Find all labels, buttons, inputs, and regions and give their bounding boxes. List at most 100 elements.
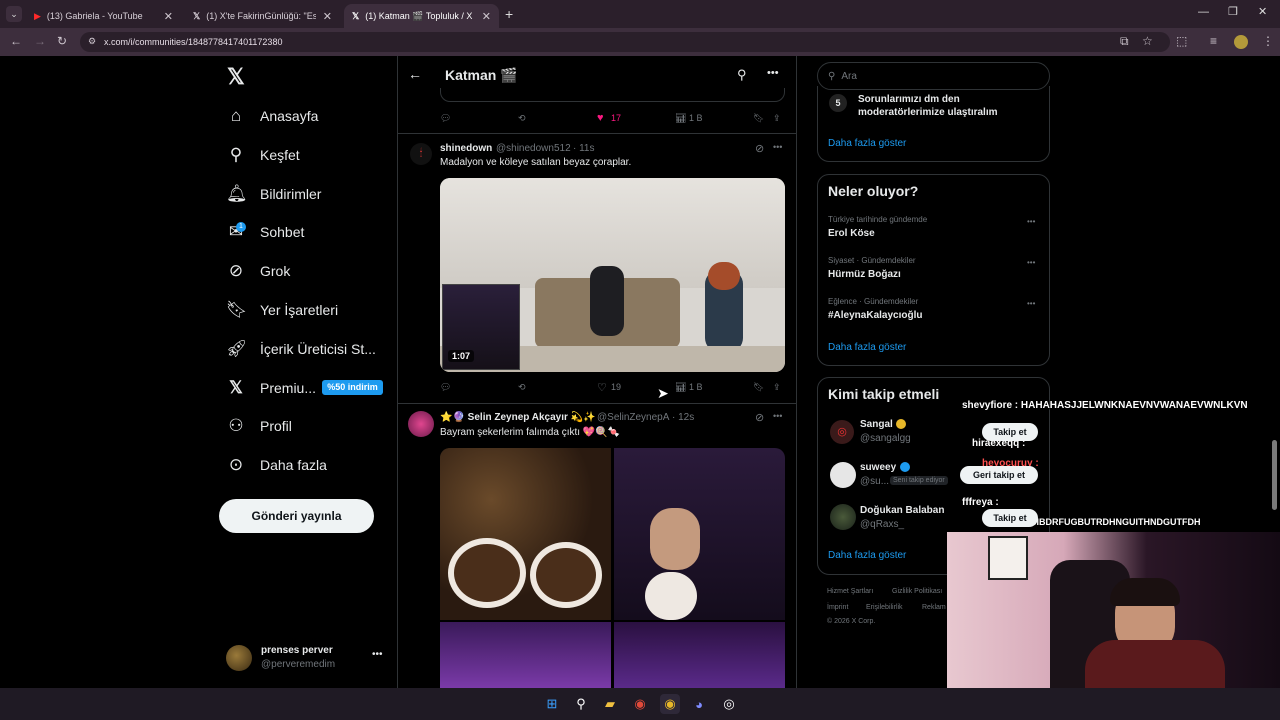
views-icon[interactable]: 📊︎ bbox=[675, 382, 686, 393]
grok-analyze-icon[interactable]: ⊘ bbox=[755, 411, 764, 424]
nav-more[interactable]: ⊙ Daha fazla bbox=[226, 453, 327, 477]
post-more-icon[interactable]: ••• bbox=[773, 411, 782, 421]
like-icon[interactable]: ♡ bbox=[597, 381, 607, 394]
scrollbar-thumb[interactable] bbox=[1272, 440, 1277, 510]
follow-button[interactable]: Takip et bbox=[982, 423, 1038, 441]
windows-start-icon[interactable]: ⊞ bbox=[542, 694, 562, 714]
share-icon[interactable]: ⇪ bbox=[773, 113, 781, 124]
browser-tab-youtube[interactable]: ▶ (13) Gabriela - YouTube ✕ bbox=[26, 4, 181, 28]
trends-show-more[interactable]: Daha fazla göster bbox=[828, 342, 906, 353]
post-more-icon[interactable]: ••• bbox=[773, 142, 782, 152]
back-arrow-icon[interactable]: ← bbox=[408, 66, 422, 82]
tab-list-chevron-icon[interactable]: ⌄ bbox=[6, 6, 22, 22]
grok-analyze-icon[interactable]: ⊘ bbox=[755, 142, 764, 155]
follow-avatar[interactable] bbox=[830, 504, 856, 530]
account-switcher[interactable]: prenses perver @perveremedim ••• bbox=[226, 643, 386, 675]
maximize-icon[interactable]: ❐ bbox=[1228, 5, 1238, 18]
minimize-icon[interactable]: — bbox=[1198, 6, 1209, 18]
purple-room-image[interactable] bbox=[440, 622, 611, 688]
post-author-name[interactable]: ⭐🔮 Selin Zeynep Akçayır 💫✨ bbox=[440, 412, 596, 423]
follow-show-more[interactable]: Daha fazla göster bbox=[828, 550, 906, 561]
post-time[interactable]: · 11s bbox=[573, 143, 595, 154]
nav-grok[interactable]: ⊘ Grok bbox=[226, 259, 290, 283]
close-tab-icon[interactable]: ✕ bbox=[323, 10, 332, 23]
post-time[interactable]: · 12s bbox=[672, 412, 694, 423]
file-explorer-icon[interactable]: ▰ bbox=[600, 694, 620, 714]
follow-button[interactable]: Takip et bbox=[982, 509, 1038, 527]
nav-profile[interactable]: ⚇ Profil bbox=[226, 414, 292, 438]
follow-name[interactable]: suweey bbox=[860, 462, 896, 473]
browser-tab-katman[interactable]: 𝕏 (1) Katman 🎬 Topluluk / X ✕ bbox=[344, 4, 499, 28]
trend-name[interactable]: Erol Köse bbox=[828, 228, 875, 239]
forward-icon[interactable]: → bbox=[34, 34, 46, 48]
bookmark-star-icon[interactable]: ☆ bbox=[1142, 34, 1153, 48]
post-author-handle[interactable]: @SelinZeynepA bbox=[597, 412, 669, 423]
trend-more-icon[interactable]: ••• bbox=[1027, 258, 1035, 267]
reply-icon[interactable]: 💬︎ bbox=[440, 113, 451, 124]
share-icon[interactable]: ⇪ bbox=[773, 382, 781, 393]
back-icon[interactable]: ← bbox=[10, 34, 22, 48]
follow-avatar[interactable]: ◎ bbox=[830, 420, 854, 444]
footer-privacy[interactable]: Gizlilik Politikası bbox=[892, 588, 942, 595]
repost-icon[interactable]: ⟲ bbox=[518, 113, 526, 124]
chrome-alt-icon[interactable]: ◉ bbox=[660, 694, 680, 714]
taskbar-search-icon[interactable]: ⚲ bbox=[571, 694, 591, 714]
rules-show-more[interactable]: Daha fazla göster bbox=[828, 138, 906, 149]
follow-back-button[interactable]: Geri takip et bbox=[960, 466, 1038, 484]
nav-bookmarks[interactable]: 🔖︎ Yer İşaretleri bbox=[226, 298, 338, 322]
trend-name[interactable]: #AleynaKalaycıoğlu bbox=[828, 310, 922, 321]
nav-explore[interactable]: ⚲ Keşfet bbox=[226, 143, 300, 167]
repost-icon[interactable]: ⟲ bbox=[518, 382, 526, 393]
post-button[interactable]: Gönderi yayınla bbox=[219, 499, 374, 533]
close-tab-icon[interactable]: ✕ bbox=[164, 10, 173, 23]
post-author-name[interactable]: shinedown bbox=[440, 143, 492, 154]
views-count: 1 B bbox=[689, 382, 703, 392]
follow-name[interactable]: Sangal bbox=[860, 419, 893, 430]
close-window-icon[interactable]: ✕ bbox=[1258, 5, 1267, 18]
media-control-icon[interactable]: ≡ bbox=[1210, 34, 1217, 48]
bookmark-icon[interactable]: 🔖︎ bbox=[753, 382, 764, 393]
trend-more-icon[interactable]: ••• bbox=[1027, 217, 1035, 226]
footer-accessibility[interactable]: Erişilebilirlik bbox=[866, 604, 903, 611]
reload-icon[interactable]: ↻ bbox=[57, 34, 67, 48]
obs-icon[interactable]: ◎ bbox=[719, 694, 739, 714]
trend-name[interactable]: Hürmüz Boğazı bbox=[828, 269, 901, 280]
footer-imprint[interactable]: İmprint bbox=[827, 604, 848, 611]
community-more-icon[interactable]: ••• bbox=[767, 67, 779, 79]
chrome-icon[interactable]: ◉ bbox=[630, 694, 650, 714]
install-app-icon[interactable]: ⧉ bbox=[1120, 34, 1129, 49]
community-search-icon[interactable]: ⚲ bbox=[737, 67, 747, 83]
new-tab-icon[interactable]: + bbox=[505, 6, 513, 22]
x-logo-icon[interactable]: 𝕏 bbox=[227, 64, 245, 90]
nav-premium[interactable]: 𝕏 Premiu... bbox=[226, 376, 316, 400]
reply-icon[interactable]: 💬︎ bbox=[440, 382, 451, 393]
footer-ads[interactable]: Reklam bbox=[922, 604, 946, 611]
browser-menu-icon[interactable]: ⋮ bbox=[1262, 34, 1274, 48]
post-avatar[interactable]: 🕯︎ bbox=[410, 143, 432, 165]
follow-avatar[interactable] bbox=[830, 462, 856, 488]
search-placeholder: Ara bbox=[841, 70, 857, 82]
account-more-icon[interactable]: ••• bbox=[372, 649, 383, 660]
site-settings-icon[interactable]: ⚙ bbox=[88, 36, 96, 47]
follow-name[interactable]: Doğukan Balaban bbox=[860, 505, 944, 516]
post-video[interactable]: 1:07 bbox=[440, 178, 785, 372]
bookmark-icon[interactable]: 🔖︎ bbox=[753, 113, 764, 124]
post-author-handle[interactable]: @shinedown512 bbox=[496, 143, 571, 154]
address-bar[interactable]: x.com/i/communities/1848778417401172380 bbox=[80, 32, 1170, 52]
trend-more-icon[interactable]: ••• bbox=[1027, 299, 1035, 308]
extensions-icon[interactable]: ⬚ bbox=[1176, 34, 1187, 48]
close-tab-icon[interactable]: ✕ bbox=[482, 10, 491, 23]
nav-home[interactable]: ⌂ Anasayfa bbox=[226, 104, 319, 128]
discord-icon[interactable]: ◕ bbox=[689, 694, 709, 714]
profile-avatar[interactable] bbox=[1234, 35, 1248, 49]
trend-meta: Türkiye tarihinde gündemde bbox=[828, 215, 928, 224]
post-image-grid[interactable] bbox=[440, 448, 785, 688]
post-avatar[interactable] bbox=[408, 411, 434, 437]
nav-notifications[interactable]: 🔔︎ Bildirimler bbox=[226, 182, 321, 206]
purple-room-image-2[interactable] bbox=[614, 622, 785, 688]
like-icon[interactable]: ♥ bbox=[597, 112, 604, 124]
browser-tab-fakir[interactable]: 𝕏 (1) X'te FakirinGünlüğü: "Eskiler ✕ bbox=[185, 4, 340, 28]
views-icon[interactable]: 📊︎ bbox=[675, 113, 686, 124]
nav-creator-studio[interactable]: 🚀︎ İçerik Üreticisi St... bbox=[226, 337, 376, 361]
footer-terms[interactable]: Hizmet Şartları bbox=[827, 588, 873, 595]
